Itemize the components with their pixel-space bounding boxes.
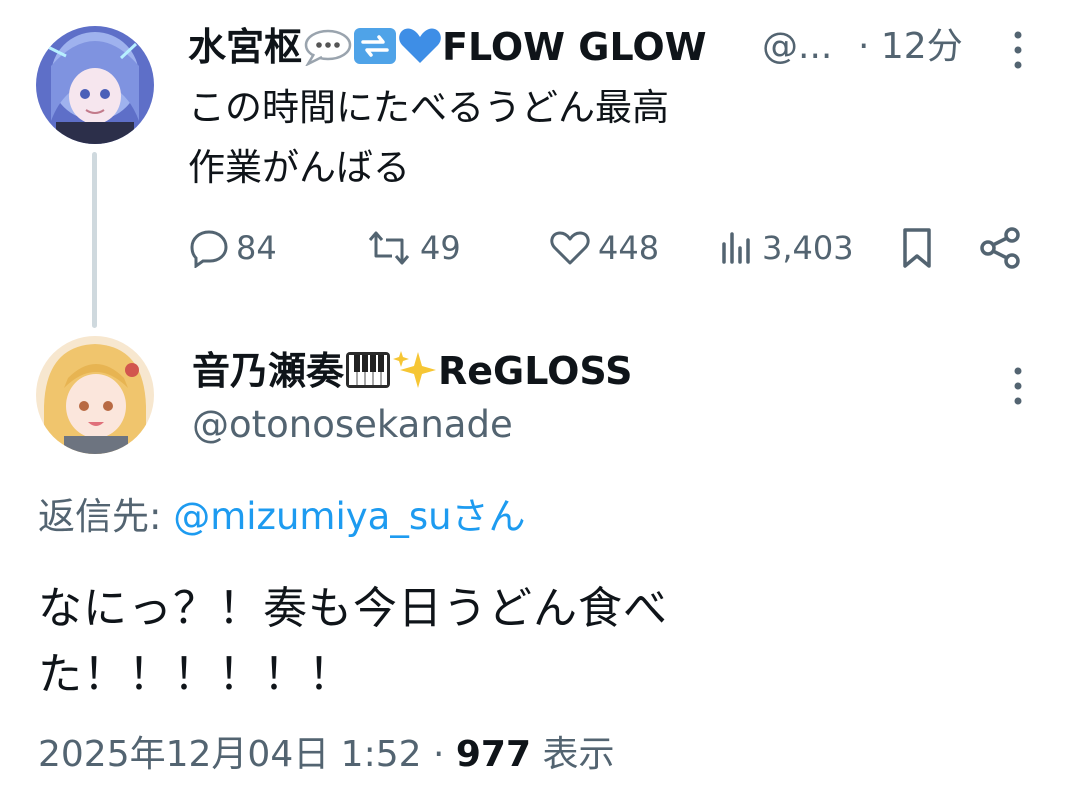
avatar-image-otonose (36, 336, 154, 454)
speech-bubble-emoji-icon (304, 29, 352, 66)
repeat-emoji-icon (354, 28, 397, 64)
tweet-author-handle[interactable]: @otonosekanade (192, 402, 513, 448)
view-label: 表示 (531, 734, 615, 775)
tweet-text: なにっ？！奏も今日うどん食べ た！！！！！！ (38, 576, 668, 708)
analytics-icon (722, 232, 750, 264)
tweet-author-handle[interactable]: @... (762, 24, 832, 70)
like-button[interactable]: 448 (548, 228, 659, 268)
repost-count: 49 (420, 229, 461, 267)
replying-to-label: 返信先: (38, 495, 174, 538)
tweet-author-name[interactable]: 音乃瀬奏 ReGLOSS (192, 348, 632, 394)
repost-button[interactable]: 49 (364, 228, 461, 268)
more-options-button[interactable] (1007, 28, 1029, 72)
avatar[interactable] (36, 26, 154, 144)
sparkles-emoji-icon (393, 351, 437, 388)
tweet-text-line: 作業がんばる (188, 146, 410, 189)
reply-icon (190, 230, 228, 268)
reply-target-link[interactable]: @mizumiya_suさん (173, 495, 525, 538)
views-button[interactable]: 3,403 (716, 228, 854, 268)
avatar[interactable] (36, 336, 154, 454)
replying-to: 返信先: @mizumiya_suさん (38, 494, 526, 540)
reply-button[interactable]: 84 (188, 228, 277, 268)
tweet-metadata: 2025年12月04日 1:52 · 977 表示 (38, 732, 614, 778)
repost-icon (368, 231, 410, 265)
thread-connector-line (92, 152, 97, 328)
tweet-text-line: た！！！！！！ (38, 649, 353, 700)
like-count: 448 (598, 229, 660, 267)
tweet-text: この時間にたべるうどん最高 作業がんばる (188, 78, 669, 198)
avatar-image-mizumiya (36, 26, 154, 144)
view-count: 977 (455, 734, 532, 775)
share-icon (980, 227, 1020, 269)
more-vertical-icon (1014, 367, 1022, 405)
display-name-suffix: FLOW GLOW (442, 25, 707, 69)
bookmark-icon (903, 228, 931, 268)
bookmark-button[interactable] (898, 226, 936, 274)
share-button[interactable] (978, 226, 1022, 274)
heart-icon (550, 231, 590, 265)
tweet-author-name[interactable]: 水宮枢 FLOW GLOW (188, 24, 707, 70)
display-name: 音乃瀬奏 (192, 349, 345, 393)
more-options-button[interactable] (1007, 364, 1029, 408)
tweet-timestamp[interactable]: · 12分 (858, 24, 963, 70)
display-name-suffix: ReGLOSS (438, 349, 633, 393)
more-vertical-icon (1014, 31, 1022, 69)
blue-heart-emoji-icon (399, 28, 441, 64)
reply-count: 84 (236, 229, 277, 267)
piano-keys-emoji-icon (346, 352, 391, 388)
view-count: 3,403 (762, 229, 854, 267)
tweet-date[interactable]: 2025年12月04日 1:52 · (38, 734, 456, 775)
display-name: 水宮枢 (188, 25, 303, 69)
tweet-text-line: なにっ？！奏も今日うどん食べ (38, 583, 668, 634)
tweet-text-line: この時間にたべるうどん最高 (188, 86, 669, 129)
